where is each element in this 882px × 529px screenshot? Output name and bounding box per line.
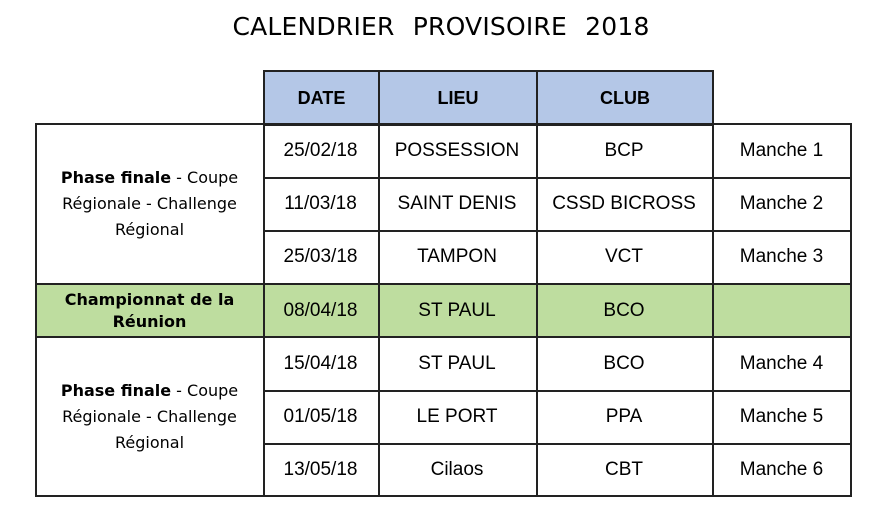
row-3-manche: Manche 3: [739, 245, 824, 267]
row-4-club: BCO: [603, 299, 645, 321]
row-2-club: CSSD BICROSS: [552, 192, 696, 214]
row-3-lieu: TAMPON: [417, 245, 497, 267]
row-7-manche: Manche 6: [739, 458, 824, 480]
grid-line-v: [850, 123, 852, 497]
row-3-date: 25/03/18: [283, 245, 358, 267]
row-1-lieu: POSSESSION: [394, 139, 520, 161]
row-5-date: 15/04/18: [283, 352, 358, 374]
row-7-date: 13/05/18: [283, 458, 358, 480]
row-5-lieu: ST PAUL: [418, 352, 496, 374]
row-5-club: BCO: [603, 352, 645, 374]
row-4-date: 08/04/18: [283, 299, 358, 321]
section-bold: Phase finale: [60, 168, 172, 187]
row-3-club: VCT: [605, 245, 643, 267]
grid-line-v: [263, 123, 265, 497]
row-1-club: BCP: [604, 139, 644, 161]
row-2-manche: Manche 2: [739, 192, 824, 214]
row-6-date: 01/05/18: [283, 405, 358, 427]
row-6-club: PPA: [605, 405, 643, 427]
grid-line-h: [36, 495, 852, 497]
header-club: CLUB: [536, 70, 714, 126]
section-bold: Phase finale: [60, 380, 172, 400]
row-5-manche: Manche 4: [739, 352, 824, 374]
section-bold: Championnat de la Réunion: [64, 289, 235, 331]
header-lieu: LIEU: [378, 70, 538, 126]
section-phase-finale-2: Phase finale - Coupe Régionale - Challen…: [36, 337, 263, 496]
row-1-date: 25/02/18: [283, 139, 358, 161]
grid-line-h: [36, 336, 852, 338]
grid-line-v: [536, 123, 538, 497]
page-title: CALENDRIER PROVISOIRE 2018: [232, 12, 650, 41]
row-1-manche: Manche 1: [739, 139, 824, 161]
row-7-club: CBT: [605, 458, 643, 480]
row-6-lieu: LE PORT: [416, 405, 498, 427]
row-2-date: 11/03/18: [284, 192, 357, 214]
grid-line-h: [263, 443, 852, 445]
header-date: DATE: [263, 70, 380, 126]
grid-line-h: [36, 283, 852, 285]
grid-line-v: [378, 123, 380, 497]
grid-line-v: [35, 123, 37, 497]
row-4-manche: [712, 284, 851, 337]
row-4-lieu: ST PAUL: [418, 299, 496, 321]
row-6-manche: Manche 5: [739, 405, 824, 427]
grid-line-h: [263, 230, 852, 232]
section-phase-finale-1: Phase finale - Coupe Régionale - Challen…: [36, 124, 263, 284]
grid-line-h: [263, 390, 852, 392]
grid-line-h: [36, 123, 852, 125]
grid-line-h: [263, 177, 852, 179]
section-championnat: Championnat de la Réunion: [36, 284, 263, 337]
grid-line-v: [712, 123, 714, 497]
row-7-lieu: Cilaos: [430, 458, 484, 480]
row-2-lieu: SAINT DENIS: [397, 192, 517, 214]
